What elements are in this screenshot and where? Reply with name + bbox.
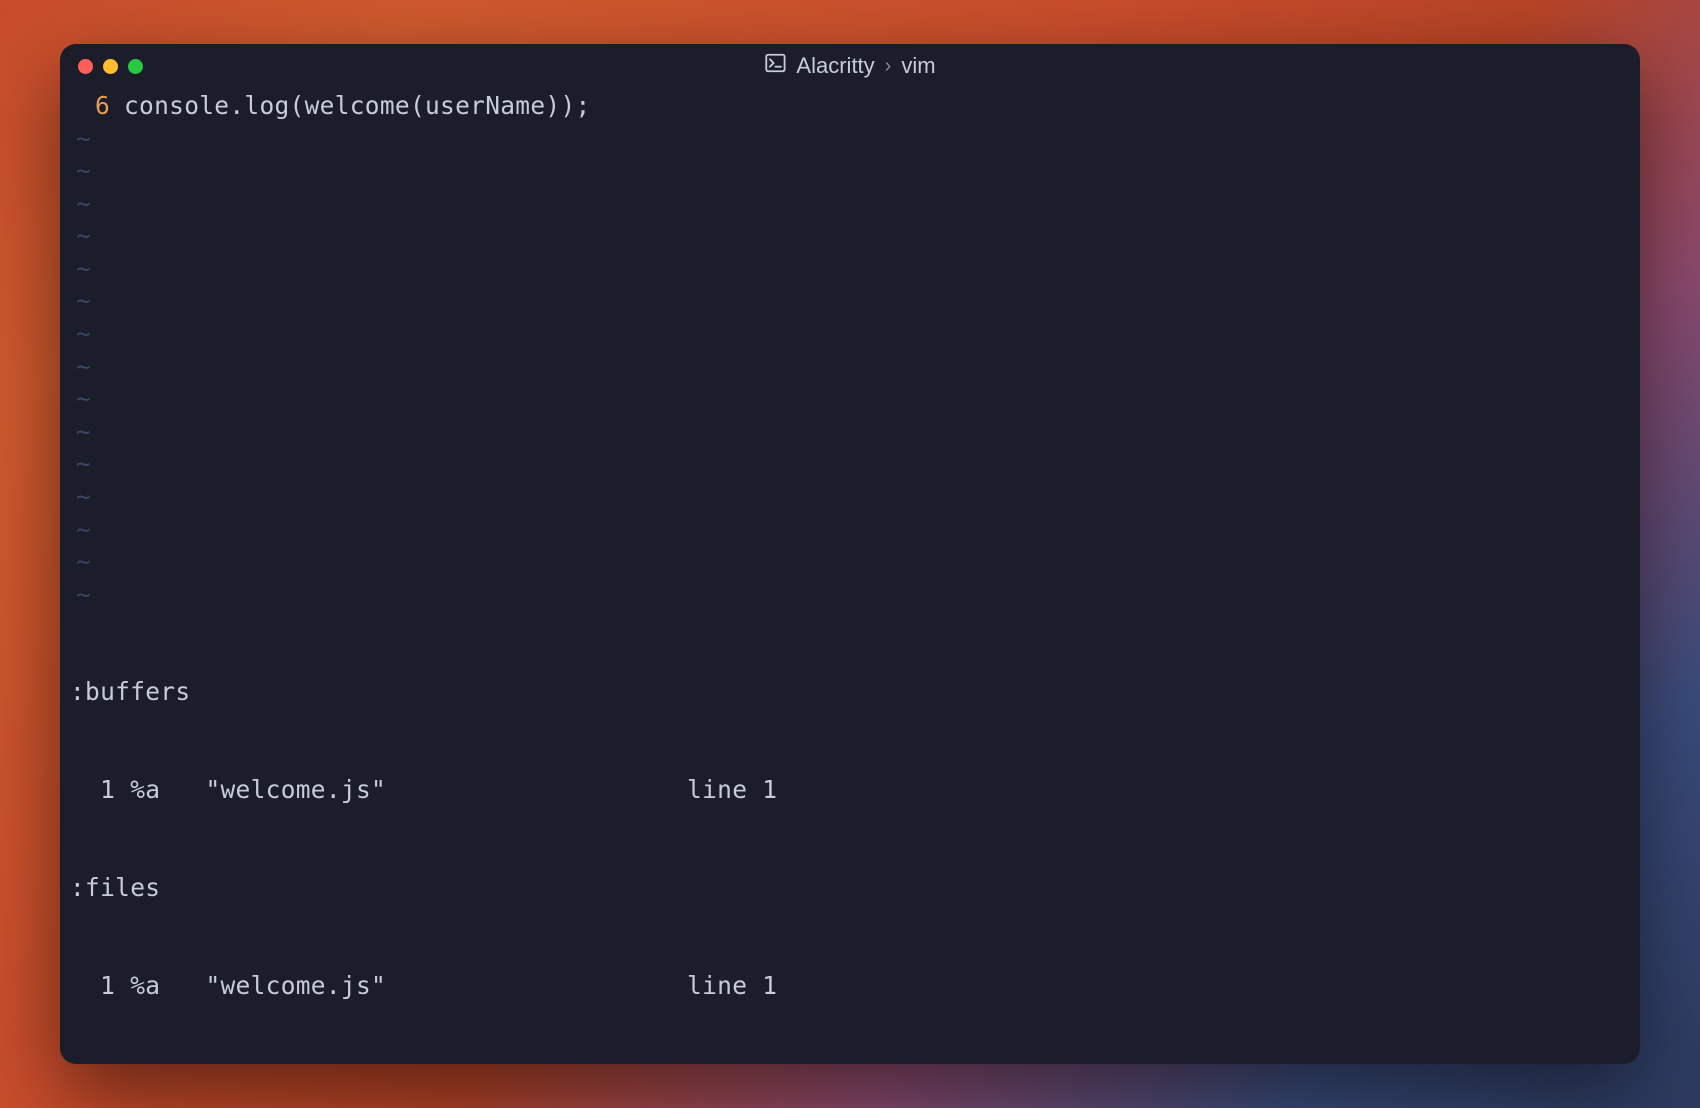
titlebar: Alacritty › vim <box>60 44 1640 88</box>
command-files: :files <box>70 872 1630 905</box>
empty-line: ~ <box>70 253 1630 286</box>
maximize-button[interactable] <box>128 59 143 74</box>
empty-line: ~ <box>70 546 1630 579</box>
title-process-name: vim <box>901 53 935 79</box>
line-number: 6 <box>95 91 110 120</box>
empty-line: ~ <box>70 318 1630 351</box>
empty-line: ~ <box>70 351 1630 384</box>
empty-line: ~ <box>70 481 1630 514</box>
command-output: :buffers 1 %a "welcome.js" line 1 :files… <box>70 611 1630 1064</box>
empty-line: ~ <box>70 220 1630 253</box>
code-line: 6 console.log(welcome(userName)); <box>70 90 1630 123</box>
minimize-button[interactable] <box>103 59 118 74</box>
empty-line: ~ <box>70 383 1630 416</box>
close-button[interactable] <box>78 59 93 74</box>
window-title: Alacritty › vim <box>764 52 935 80</box>
empty-line: ~ <box>70 285 1630 318</box>
buffer-row: 1 %a "welcome.js" line 1 <box>70 970 1630 1003</box>
buffer-row: 1 %a "welcome.js" line 1 <box>70 774 1630 807</box>
terminal-icon <box>764 52 786 80</box>
empty-line: ~ <box>70 448 1630 481</box>
empty-line: ~ <box>70 188 1630 221</box>
empty-line: ~ <box>70 123 1630 156</box>
terminal-window: Alacritty › vim 6 console.log(welcome(us… <box>60 44 1640 1064</box>
traffic-lights <box>78 59 143 74</box>
terminal-body[interactable]: 6 console.log(welcome(userName)); ~~~~~~… <box>60 88 1640 1064</box>
empty-line: ~ <box>70 514 1630 547</box>
command-buffers: :buffers <box>70 676 1630 709</box>
title-separator: › <box>885 55 892 78</box>
code-content: console.log(welcome(userName)); <box>124 90 591 123</box>
empty-line: ~ <box>70 416 1630 449</box>
title-app-name: Alacritty <box>796 53 874 79</box>
empty-lines: ~~~~~~~~~~~~~~~ <box>70 123 1630 612</box>
empty-line: ~ <box>70 155 1630 188</box>
empty-line: ~ <box>70 579 1630 612</box>
